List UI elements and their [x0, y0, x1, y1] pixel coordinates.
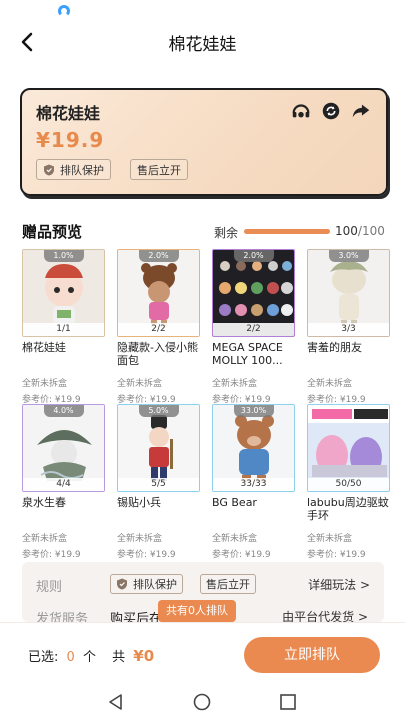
gift-condition: 全新未拆盒 [117, 534, 163, 544]
tag-label: 排队保护 [133, 578, 177, 591]
quantity-label: 2/2 [213, 323, 294, 336]
gift-name: 棉花娃娃 [22, 341, 66, 354]
hero-price: ¥19.9 [36, 128, 105, 152]
shield-icon [117, 578, 127, 590]
gift-card[interactable]: 50/50 labubu周边驱蚊手环 全新未拆盒 参考价: ¥19.9 [307, 404, 390, 560]
rules-tag-after-sale: 售后立开 [200, 574, 256, 594]
tag-label: 售后立开 [206, 578, 250, 591]
gift-ref-price: 参考价: ¥19.9 [212, 550, 271, 560]
hero-title: 棉花娃娃 [36, 104, 101, 123]
quantity-label: 5/5 [118, 478, 199, 491]
remain-count: 100/100 [335, 224, 385, 238]
probability-badge: 1.0% [43, 250, 84, 262]
tag-after-sale: 售后立开 [130, 159, 188, 180]
gift-card[interactable]: 1.0% 1/1 棉花娃娃 全新未拆盒 参考价: ¥19.9 [22, 249, 105, 405]
selected-count: 0 [66, 650, 75, 665]
quantity-label: 50/50 [308, 478, 389, 491]
probability-badge: 5.0% [138, 405, 179, 417]
tag-label: 售后立开 [137, 163, 181, 177]
gift-image: 5.0% 5/5 [117, 404, 200, 492]
gift-card[interactable]: 2.0% 2/2 隐藏款-入侵小熊面包 全新未拆盒 参考价: ¥19.9 [117, 249, 200, 405]
tag-label: 排队保护 [60, 163, 104, 177]
remain-total: /100 [357, 224, 385, 238]
remain-current: 100 [335, 224, 358, 238]
status-indicator-icon [58, 5, 70, 17]
remain-progress-bar [244, 229, 330, 234]
customer-service-icon[interactable] [290, 100, 312, 122]
gift-image: 2.0% 2/2 [117, 249, 200, 337]
queue-count-pill: 共有0人排队 [158, 600, 236, 622]
total-amount: ¥0 [133, 647, 155, 665]
share-icon[interactable] [350, 100, 372, 122]
gift-image: 2.0% 2/2 [212, 249, 295, 337]
gift-image: 50/50 [307, 404, 390, 492]
gift-condition: 全新未拆盒 [212, 379, 258, 389]
probability-badge: 33.0% [233, 405, 274, 417]
gift-ref-price: 参考价: ¥19.9 [307, 550, 366, 560]
status-bar [0, 0, 405, 22]
gift-card[interactable]: 2.0% 2/2 MEGA SPACE MOLLY 100... 全新未拆盒 参… [212, 249, 295, 405]
gift-condition: 全新未拆盒 [307, 534, 353, 544]
remain-progress-fill [244, 229, 330, 234]
gift-card[interactable]: 4.0% 4/4 泉水生春 全新未拆盒 参考价: ¥19.9 [22, 404, 105, 560]
gift-name: 害羞的朋友 [307, 341, 362, 354]
gift-image: 1.0% 1/1 [22, 249, 105, 337]
probability-badge: 2.0% [138, 250, 179, 262]
quantity-label: 4/4 [23, 478, 104, 491]
gift-condition: 全新未拆盒 [22, 379, 68, 389]
gift-name: 泉水生春 [22, 496, 66, 509]
gift-card[interactable]: 3.0% 3/3 害羞的朋友 全新未拆盒 参考价: ¥19.9 [307, 249, 390, 405]
back-triangle-icon[interactable] [106, 692, 126, 712]
bottom-bar: 已选: 0 个 共 ¥0 立即排队 [0, 622, 405, 684]
home-circle-icon[interactable] [192, 692, 212, 712]
tag-queue-protect: 排队保护 [36, 159, 111, 180]
shield-icon [44, 164, 54, 175]
quantity-label: 3/3 [308, 323, 389, 336]
page-title: 棉花娃娃 [168, 35, 237, 55]
gift-condition: 全新未拆盒 [307, 379, 353, 389]
gift-condition: 全新未拆盒 [117, 379, 163, 389]
gift-condition: 全新未拆盒 [212, 534, 258, 544]
gift-name: 隐藏款-入侵小熊面包 [117, 341, 198, 367]
gift-name: labubu周边驱蚊手环 [307, 496, 389, 522]
refresh-icon[interactable] [320, 100, 342, 122]
gift-ref-price: 参考价: ¥19.9 [117, 550, 176, 560]
recents-square-icon[interactable] [278, 692, 298, 712]
selected-unit: 个 [82, 650, 96, 665]
gift-name: BG Bear [212, 496, 257, 509]
probability-badge: 3.0% [328, 250, 369, 262]
quantity-label: 1/1 [23, 323, 104, 336]
rules-tag-queue-protect: 排队保护 [110, 574, 183, 594]
hero-actions [290, 100, 372, 122]
gift-card[interactable]: 33.0% 33/33 BG Bear 全新未拆盒 参考价: ¥19.9 [212, 404, 295, 560]
selection-summary: 已选: 0 个 共 ¥0 [28, 646, 154, 665]
product-hero-card: 棉花娃娃 ¥19.9 排队保护 售后立开 [20, 88, 388, 196]
probability-badge: 4.0% [43, 405, 84, 417]
gift-image: 4.0% 4/4 [22, 404, 105, 492]
quantity-label: 2/2 [118, 323, 199, 336]
gift-image: 3.0% 3/3 [307, 249, 390, 337]
gift-condition: 全新未拆盒 [22, 534, 68, 544]
quantity-label: 33/33 [213, 478, 294, 491]
gift-name: 锡贴小兵 [117, 496, 161, 509]
selected-label: 已选: [28, 650, 59, 665]
total-label: 共 [112, 650, 126, 665]
top-nav: 棉花娃娃 [0, 22, 405, 62]
probability-badge: 2.0% [233, 250, 274, 262]
gift-card[interactable]: 5.0% 5/5 锡贴小兵 全新未拆盒 参考价: ¥19.9 [117, 404, 200, 560]
queue-now-button[interactable]: 立即排队 [244, 637, 380, 673]
gift-name: MEGA SPACE MOLLY 100... [212, 341, 283, 367]
section-title: 赠品预览 [22, 223, 83, 241]
remain-label: 剩余 [214, 226, 239, 240]
gift-ref-price: 参考价: ¥19.9 [22, 550, 81, 560]
rules-label: 规则 [36, 580, 63, 595]
system-nav-bar [0, 684, 405, 720]
gift-image: 33.0% 33/33 [212, 404, 295, 492]
detailed-rules-link[interactable]: 详细玩法 > [308, 576, 370, 593]
